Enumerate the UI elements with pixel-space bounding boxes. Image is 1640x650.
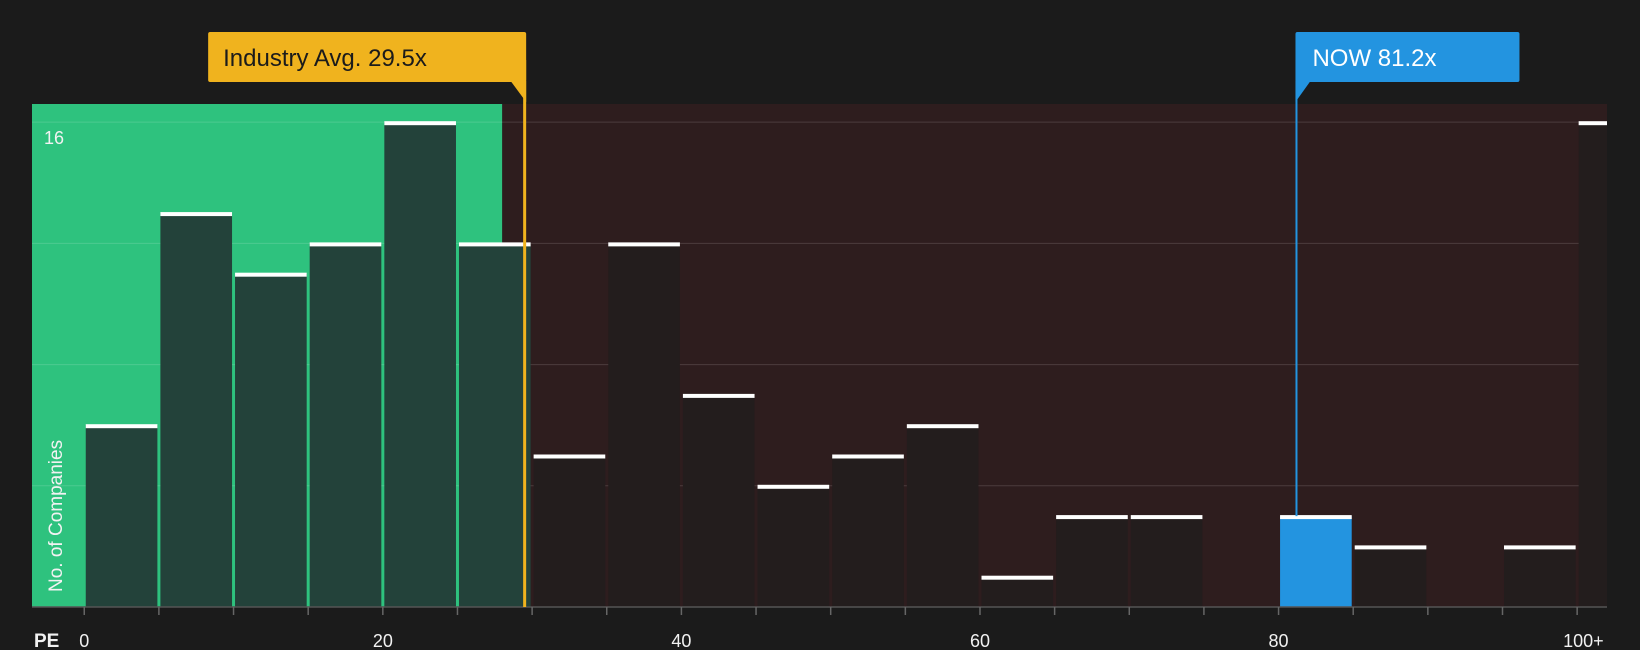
bar-cap	[1578, 121, 1607, 126]
pe-distribution-chart: 0 20 40 60 80 100+ Industry Avg. 29.5x NOW 81.…	[0, 0, 1640, 650]
histogram-bar	[608, 243, 680, 607]
histogram-bar	[981, 576, 1054, 607]
y-axis-title: No. of Companies	[46, 440, 67, 592]
x-tick-label: 80	[1269, 631, 1289, 650]
bar-cap	[85, 424, 158, 429]
histogram-bar	[309, 243, 382, 607]
histogram-bar	[1354, 546, 1427, 607]
bar-cap	[1130, 515, 1203, 520]
bar-cap	[1280, 515, 1352, 520]
histogram-bar	[757, 485, 830, 607]
histogram-bar	[160, 213, 233, 607]
histogram-bar	[384, 122, 456, 607]
histogram-bar	[1503, 546, 1576, 607]
x-axis-title: PE	[34, 631, 59, 650]
histogram-bar	[1578, 122, 1607, 607]
bar-cap	[533, 454, 606, 459]
bar-cap	[1503, 545, 1576, 550]
bar-cap	[309, 242, 382, 247]
bar-cap	[981, 575, 1054, 580]
y-max-label: 16	[44, 128, 64, 148]
bar-cap	[832, 454, 904, 459]
histogram-bar	[682, 394, 755, 607]
histogram-bar	[458, 243, 531, 607]
industry-avg-label: Industry Avg. 29.5x	[223, 45, 427, 72]
company-label: NOW 81.2x	[1312, 45, 1436, 72]
bar-cap	[160, 212, 233, 217]
bar-cap	[682, 393, 755, 398]
x-tick-label: 100+	[1563, 631, 1604, 650]
histogram-bar	[1280, 516, 1352, 607]
x-tick-label: 60	[970, 631, 990, 650]
histogram-bar	[533, 455, 606, 607]
x-tick-label: 20	[373, 631, 393, 650]
histogram-bar	[832, 455, 904, 607]
bar-cap	[1056, 515, 1128, 520]
histogram-bar	[1056, 516, 1128, 607]
histogram-bar	[85, 425, 158, 607]
bar-cap	[384, 121, 456, 126]
x-tick-label: 0	[79, 631, 89, 650]
bar-cap	[906, 424, 979, 429]
histogram-bar	[235, 273, 307, 607]
bar-cap	[1354, 545, 1427, 550]
bar-cap	[608, 242, 680, 247]
x-tick-label: 40	[671, 631, 691, 650]
bar-cap	[235, 272, 307, 277]
bar-cap	[458, 242, 531, 247]
histogram-bar	[906, 425, 979, 607]
bar-cap	[757, 484, 830, 489]
histogram-bar	[1130, 516, 1203, 607]
